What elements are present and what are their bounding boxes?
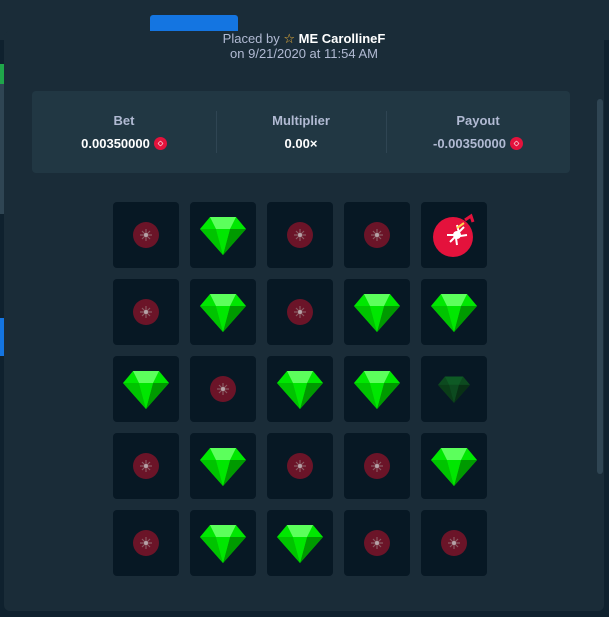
mine-unrevealed-icon <box>439 528 469 558</box>
mines-tile <box>267 279 333 345</box>
mine-unrevealed-icon <box>285 451 315 481</box>
mines-tile <box>113 433 179 499</box>
mines-tile <box>421 510 487 576</box>
mines-tile <box>190 433 256 499</box>
mine-exploded-icon <box>431 212 477 258</box>
mines-tile <box>113 202 179 268</box>
mines-tile <box>344 433 410 499</box>
payout-stat: Payout -0.00350000 <box>386 91 570 173</box>
mines-tile <box>267 510 333 576</box>
vip-star-icon: ☆ <box>283 31 296 46</box>
mines-tile <box>113 510 179 576</box>
mines-tile <box>344 510 410 576</box>
tron-coin-icon <box>153 137 167 150</box>
mine-unrevealed-icon <box>362 220 392 250</box>
gem-unrevealed-icon <box>438 375 470 403</box>
placed-by-label: Placed by <box>222 31 280 46</box>
mines-tile <box>190 510 256 576</box>
gem-icon <box>354 292 400 332</box>
tron-coin-icon <box>510 137 523 150</box>
mine-unrevealed-icon <box>131 220 161 250</box>
gem-icon <box>277 369 323 409</box>
mines-tile <box>421 202 487 268</box>
mine-unrevealed-icon <box>131 528 161 558</box>
gem-icon <box>277 523 323 563</box>
gem-icon <box>123 369 169 409</box>
mine-unrevealed-icon <box>131 451 161 481</box>
mine-unrevealed-icon <box>285 220 315 250</box>
bet-label: Bet <box>113 113 135 128</box>
bet-stats-panel: Bet 0.00350000 Multiplier 0.00× Payout -… <box>32 91 570 173</box>
mines-tile <box>421 433 487 499</box>
mines-tile <box>267 356 333 422</box>
multiplier-label: Multiplier <box>272 113 330 128</box>
gem-icon <box>431 446 477 486</box>
mine-unrevealed-icon <box>131 297 161 327</box>
mine-unrevealed-icon <box>208 374 238 404</box>
gem-icon <box>200 523 246 563</box>
gem-icon <box>200 292 246 332</box>
mine-unrevealed-icon <box>362 451 392 481</box>
payout-value: -0.00350000 <box>432 136 506 151</box>
mines-tile <box>344 279 410 345</box>
modal-scrollbar[interactable] <box>597 99 603 474</box>
bet-value: 0.00350000 <box>81 136 150 151</box>
mine-unrevealed-icon <box>285 297 315 327</box>
bet-details-modal: Placed by ☆ ME CarollineF on 9/21/2020 a… <box>4 31 604 611</box>
bet-stat: Bet 0.00350000 <box>32 91 216 173</box>
mines-tile <box>267 433 333 499</box>
mines-tile <box>190 356 256 422</box>
mines-tile <box>113 356 179 422</box>
multiplier-stat: Multiplier 0.00× <box>216 91 386 173</box>
mines-tile <box>421 279 487 345</box>
mines-tile <box>113 279 179 345</box>
gem-icon <box>354 369 400 409</box>
mine-unrevealed-icon <box>362 528 392 558</box>
payout-label: Payout <box>456 113 500 128</box>
mines-tile <box>190 202 256 268</box>
gem-icon <box>431 292 477 332</box>
placed-date: on 9/21/2020 at 11:54 AM <box>230 46 378 61</box>
user-name-link[interactable]: ME CarollineF <box>299 31 386 46</box>
mines-tile <box>267 202 333 268</box>
mines-tile <box>344 202 410 268</box>
placed-by-header: Placed by ☆ ME CarollineF on 9/21/2020 a… <box>4 31 604 61</box>
mines-board <box>113 202 488 577</box>
mines-tile <box>344 356 410 422</box>
mines-tile <box>190 279 256 345</box>
multiplier-value: 0.00× <box>284 136 318 151</box>
gem-icon <box>200 446 246 486</box>
gem-icon <box>200 215 246 255</box>
mines-tile <box>421 356 487 422</box>
